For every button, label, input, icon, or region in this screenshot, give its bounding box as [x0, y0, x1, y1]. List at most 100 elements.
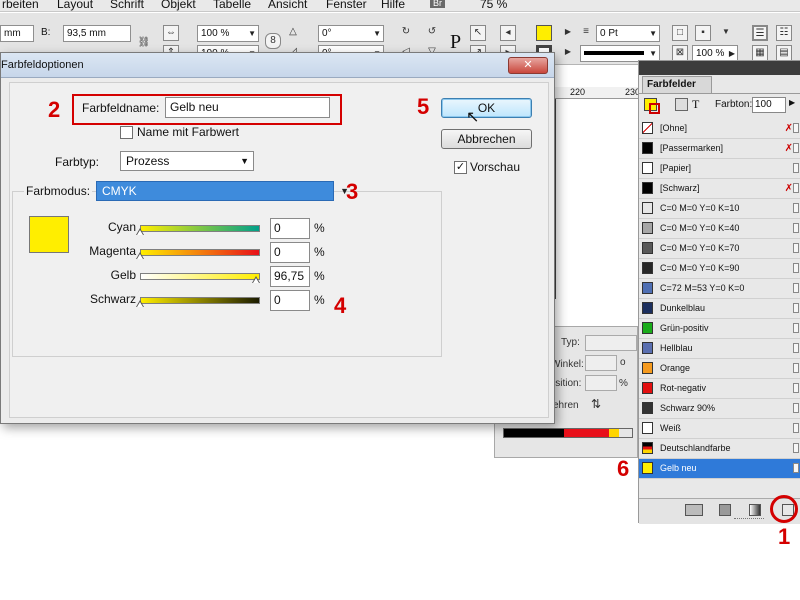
channel-value-input[interactable]: 96,75 [270, 266, 310, 287]
resize-grip[interactable] [734, 518, 764, 521]
color-preview-swatch [29, 216, 69, 253]
stroke-dropdown-icon[interactable]: ▶ [560, 45, 576, 61]
zoom-level[interactable]: 75 % [480, 0, 507, 11]
swatch-row[interactable]: Rot-negativ [639, 379, 800, 399]
cancel-button[interactable]: Abbrechen [441, 129, 532, 149]
channel-slider-track[interactable] [140, 225, 260, 232]
bridge-badge[interactable]: Br [430, 0, 445, 8]
swatch-row[interactable]: C=0 M=0 Y=0 K=90 [639, 259, 800, 279]
swatch-row[interactable]: Schwarz 90% [639, 399, 800, 419]
tint-dropdown-icon[interactable]: ▶ [789, 98, 795, 107]
select-prev-icon[interactable]: ◂ [500, 25, 516, 41]
swatch-chip-icon [642, 242, 653, 254]
angle-field[interactable] [585, 355, 617, 371]
color-type-select[interactable]: Prozess▼ [120, 151, 254, 171]
constrain-icon[interactable]: 8 [265, 33, 281, 49]
annotation-circle [770, 495, 798, 523]
swatch-name: C=0 M=0 Y=0 K=10 [660, 199, 739, 218]
text-wrap-icon[interactable]: ☰ [752, 25, 768, 41]
rotate-cw-icon[interactable]: ↻ [398, 25, 414, 41]
effects-icon[interactable]: □ [672, 25, 688, 41]
color-mode-label: Farbmodus: [24, 184, 92, 198]
mouse-cursor-icon: ↖ [466, 107, 479, 127]
preview-checkbox[interactable]: ✓ [454, 161, 467, 174]
close-button[interactable]: ✕ [508, 57, 548, 74]
container-icon[interactable] [675, 98, 688, 111]
swatch-row[interactable]: C=0 M=0 Y=0 K=10 [639, 199, 800, 219]
menu-item-tabelle[interactable]: Tabelle [213, 0, 251, 11]
wrap-jump-icon[interactable]: ▤ [776, 45, 792, 61]
swatch-chip-icon [642, 442, 653, 454]
swatch-row[interactable]: Dunkelblau [639, 299, 800, 319]
color-type-label: Farbtyp: [55, 155, 99, 169]
locked-icon: ✗ [785, 139, 793, 158]
select-container-icon[interactable]: ↖ [470, 25, 486, 41]
channel-slider-thumb[interactable] [136, 228, 144, 235]
fill-swatch[interactable] [536, 25, 552, 41]
channel-slider-track[interactable] [140, 297, 260, 304]
effects-dropdown-icon[interactable]: ▼ [718, 25, 734, 41]
menu-item-layout[interactable]: Layout [57, 0, 93, 11]
shadow-icon[interactable]: ▪ [695, 25, 711, 41]
channel-slider-track[interactable] [140, 249, 260, 256]
swatch-name: [Schwarz] [660, 179, 700, 198]
wrap-around-icon[interactable]: ▦ [752, 45, 768, 61]
menu-item-objekt[interactable]: Objekt [161, 0, 196, 11]
text-icon[interactable]: T [692, 97, 699, 112]
swatch-row[interactable]: [Papier] [639, 159, 800, 179]
swatches-tab[interactable]: Farbfelder [642, 76, 712, 93]
swatch-row[interactable]: Weiß [639, 419, 800, 439]
show-gradient-icon[interactable] [749, 504, 761, 516]
swatch-name-input[interactable]: Gelb neu [165, 97, 330, 118]
type-field[interactable] [585, 335, 637, 351]
channel-slider-thumb[interactable] [136, 252, 144, 259]
ok-button[interactable]: OK [441, 98, 532, 118]
panel-header-bar[interactable] [639, 61, 800, 75]
channel-slider-thumb[interactable] [252, 276, 260, 283]
menu-item-fenster[interactable]: Fenster [326, 0, 367, 11]
swatch-row[interactable]: Deutschlandfarbe [639, 439, 800, 459]
swatch-row[interactable]: Gelb neu [639, 459, 800, 479]
link-icon[interactable]: ⛓ [136, 36, 152, 52]
channel-value-input[interactable]: 0 [270, 218, 310, 239]
swatch-chip-icon [642, 422, 653, 434]
show-all-icon[interactable] [685, 504, 703, 516]
swatch-row[interactable]: Orange [639, 359, 800, 379]
swatch-row[interactable]: C=0 M=0 Y=0 K=70 [639, 239, 800, 259]
channel-label: Cyan [76, 220, 136, 234]
menu-item-hilfe[interactable]: Hilfe [381, 0, 405, 11]
channel-slider-thumb[interactable] [136, 300, 144, 307]
channel-value-input[interactable]: 0 [270, 242, 310, 263]
swatch-name: [Ohne] [660, 119, 687, 138]
width-field[interactable]: mm [0, 25, 34, 42]
swatch-row[interactable]: [Passermarken]✗ [639, 139, 800, 159]
stroke-proxy-icon[interactable] [649, 103, 660, 114]
height-field[interactable]: 93,5 mm [63, 25, 131, 42]
show-color-icon[interactable] [719, 504, 731, 516]
swatch-row[interactable]: C=0 M=0 Y=0 K=40 [639, 219, 800, 239]
angle-field[interactable]: 0°▼ [318, 25, 384, 42]
swatch-row[interactable]: Hellblau [639, 339, 800, 359]
dialog-title-bar[interactable]: Farbfeldoptionen ✕ [1, 53, 554, 78]
fill-dropdown-icon[interactable]: ▶ [560, 25, 576, 41]
gradient-ramp[interactable] [503, 428, 633, 438]
stroke-weight-field[interactable]: 0 Pt▼ [596, 25, 660, 42]
reverse-icon[interactable]: ⇅ [591, 397, 601, 411]
swatch-chip-icon [642, 282, 653, 294]
position-field[interactable] [585, 375, 617, 391]
swatch-row[interactable]: C=72 M=53 Y=0 K=0 [639, 279, 800, 299]
swatch-row[interactable]: [Ohne]✗ [639, 119, 800, 139]
color-mode-select[interactable]: CMYK▼ [96, 181, 334, 201]
menu-item-schrift[interactable]: Schrift [110, 0, 144, 11]
menu-item-bearbeiten[interactable]: rbeiten [2, 0, 39, 11]
swatch-row[interactable]: Grün-positiv [639, 319, 800, 339]
name-with-value-checkbox[interactable] [120, 126, 133, 139]
rotate-ccw-icon[interactable]: ↺ [424, 25, 440, 41]
swatch-row[interactable]: [Schwarz]✗ [639, 179, 800, 199]
scale-x-field[interactable]: 100 %▼ [197, 25, 259, 42]
menu-item-ansicht[interactable]: Ansicht [268, 0, 307, 11]
channel-value-input[interactable]: 0 [270, 290, 310, 311]
tint-field[interactable]: 100 [752, 97, 786, 113]
channel-slider-track[interactable] [140, 273, 260, 280]
align-icon[interactable]: ☷ [776, 25, 792, 41]
